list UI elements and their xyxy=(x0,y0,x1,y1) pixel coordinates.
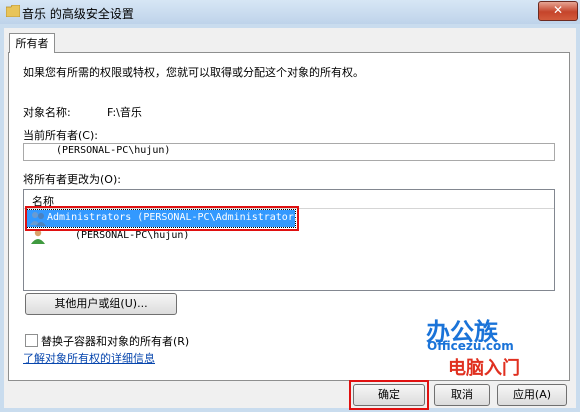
list-item-label: (PERSONAL-PC\hujun) xyxy=(75,230,190,241)
owner-listbox[interactable]: 名称 Administrators (PERSONAL-PC\Administr… xyxy=(23,189,555,291)
other-users-button[interactable]: 其他用户或组(U)... xyxy=(25,293,177,315)
replace-owner-label: 替换子容器和对象的所有者(R) xyxy=(41,335,190,348)
current-owner-label: 当前所有者(C): xyxy=(23,129,98,142)
window-title: 音乐 的高级安全设置 xyxy=(22,7,134,21)
watermark-site: Officezu.com xyxy=(427,339,514,353)
apply-button[interactable]: 应用(A) xyxy=(497,384,567,406)
learn-more-link[interactable]: 了解对象所有权的详细信息 xyxy=(23,350,155,366)
current-owner-field: (PERSONAL-PC\hujun) xyxy=(23,143,555,161)
current-owner-value: (PERSONAL-PC\hujun) xyxy=(56,145,171,156)
user-icon xyxy=(31,229,45,244)
ok-highlight-box xyxy=(349,380,429,410)
close-icon: ✕ xyxy=(552,3,564,17)
tab-owner[interactable]: 所有者 xyxy=(9,33,55,53)
replace-owner-checkbox[interactable] xyxy=(25,334,38,347)
title-bar: 音乐 的高级安全设置 ✕ xyxy=(0,0,580,24)
cancel-button[interactable]: 取消 xyxy=(434,384,490,406)
intro-text: 如果您有所需的权限或特权，您就可以取得或分配这个对象的所有权。 xyxy=(23,66,364,79)
close-button[interactable]: ✕ xyxy=(538,1,578,21)
highlight-box xyxy=(25,206,299,231)
change-owner-label: 将所有者更改为(O): xyxy=(23,173,121,186)
object-name-value: F:\音乐 xyxy=(107,106,142,119)
watermark-subtitle: 电脑入门 xyxy=(448,358,520,379)
folder-icon xyxy=(6,5,20,17)
object-name-label: 对象名称: xyxy=(23,106,71,119)
